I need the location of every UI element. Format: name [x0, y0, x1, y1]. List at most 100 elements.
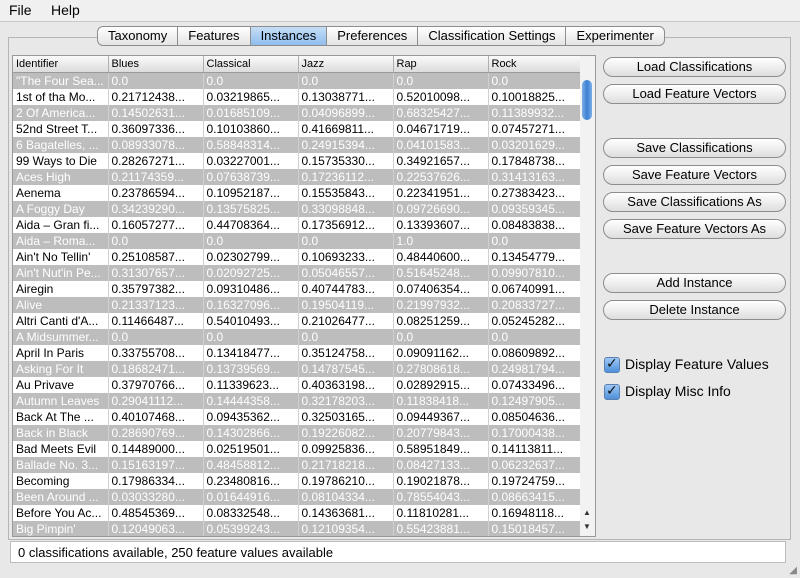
cell-identifier[interactable]: Altri Canti d'A...: [13, 313, 109, 329]
cell-rap[interactable]: 0.0: [393, 72, 489, 89]
cell-rock[interactable]: 0.08663415...: [488, 489, 581, 505]
cell-classical[interactable]: 0.14302866...: [203, 425, 299, 441]
cell-classical[interactable]: 0.10103860...: [203, 121, 299, 137]
cell-rock[interactable]: 0.06740991...: [488, 281, 581, 297]
cell-identifier[interactable]: Ain't No Tellin': [13, 249, 109, 265]
column-header-jazz[interactable]: Jazz: [298, 56, 394, 73]
cell-rock[interactable]: 0.19724759...: [488, 473, 581, 489]
column-header-blues[interactable]: Blues: [108, 56, 204, 73]
cell-classical[interactable]: 0.23480816...: [203, 473, 299, 489]
table-row[interactable]: 52nd Street T... 0.36097336... 0.10103860.…: [13, 121, 581, 137]
cell-identifier[interactable]: A Foggy Day: [13, 201, 109, 217]
cell-rap[interactable]: 0.04101583...: [393, 137, 489, 153]
cell-rap[interactable]: 0.52010098...: [393, 89, 489, 105]
table-row[interactable]: 1st of tha Mo... 0.21712438... 0.03219865.…: [13, 89, 581, 105]
cell-rock[interactable]: 0.10018825...: [488, 89, 581, 105]
cell-rock[interactable]: 0.08609892...: [488, 345, 581, 361]
cell-blues[interactable]: 0.03033280...: [108, 489, 204, 505]
cell-classical[interactable]: 0.08332548...: [203, 505, 299, 521]
cell-classical[interactable]: 0.02519501...: [203, 441, 299, 457]
tab-preferences[interactable]: Preferences: [327, 26, 419, 46]
cell-rock[interactable]: 0.31413163...: [488, 169, 581, 185]
cell-jazz[interactable]: 0.32178203...: [298, 393, 394, 409]
cell-blues[interactable]: 0.0: [108, 233, 204, 249]
table-row[interactable]: 2 Of America... 0.14502631... 0.01685109..…: [13, 105, 581, 121]
cell-classical[interactable]: 0.14444358...: [203, 393, 299, 409]
cell-identifier[interactable]: Asking For It: [13, 361, 109, 377]
table-row[interactable]: April In Paris 0.33755708... 0.13418477...…: [13, 345, 581, 361]
table-row[interactable]: Aida – Roma... 0.0 0.0 0.0 1.0 0.0: [13, 233, 581, 249]
cell-classical[interactable]: 0.13575825...: [203, 201, 299, 217]
cell-jazz[interactable]: 0.08104334...: [298, 489, 394, 505]
cell-identifier[interactable]: April In Paris: [13, 345, 109, 361]
cell-classical[interactable]: 0.09310486...: [203, 281, 299, 297]
cell-jazz[interactable]: 0.17356912...: [298, 217, 394, 233]
cell-identifier[interactable]: Ballade No. 3...: [13, 457, 109, 473]
cell-rap[interactable]: 0.04671719...: [393, 121, 489, 137]
cell-jazz[interactable]: 0.15535843...: [298, 185, 394, 201]
save-classifications-button[interactable]: Save Classifications: [603, 138, 786, 158]
table-row[interactable]: Back in Black 0.28690769... 0.14302866... 0…: [13, 425, 581, 441]
cell-blues[interactable]: 0.17986334...: [108, 473, 204, 489]
cell-classical[interactable]: 0.01644916...: [203, 489, 299, 505]
cell-identifier[interactable]: Back in Black: [13, 425, 109, 441]
tab-classification-settings[interactable]: Classification Settings: [418, 26, 567, 46]
cell-jazz[interactable]: 0.14363681...: [298, 505, 394, 521]
menu-help[interactable]: Help: [51, 2, 80, 18]
cell-identifier[interactable]: Before You Ac...: [13, 505, 109, 521]
tab-taxonomy[interactable]: Taxonomy: [97, 26, 179, 46]
cell-blues[interactable]: 0.21174359...: [108, 169, 204, 185]
cell-jazz[interactable]: 0.13038771...: [298, 89, 394, 105]
cell-classical[interactable]: 0.10952187...: [203, 185, 299, 201]
cell-rap[interactable]: 0.19021878...: [393, 473, 489, 489]
cell-rock[interactable]: 0.17000438...: [488, 425, 581, 441]
cell-rap[interactable]: 0.21997932...: [393, 297, 489, 313]
cell-jazz[interactable]: 0.19504119...: [298, 297, 394, 313]
cell-blues[interactable]: 0.35797382...: [108, 281, 204, 297]
table-row[interactable]: Back At The ... 0.40107468... 0.09435362..…: [13, 409, 581, 425]
table-row[interactable]: A Midsummer... 0.0 0.0 0.0 0.0 0.0: [13, 329, 581, 345]
table-row[interactable]: Before You Ac... 0.48545369... 0.08332548.…: [13, 505, 581, 521]
cell-jazz[interactable]: 0.15735330...: [298, 153, 394, 169]
cell-jazz[interactable]: 0.21026477...: [298, 313, 394, 329]
cell-identifier[interactable]: 2 Of America...: [13, 105, 109, 121]
cell-rap[interactable]: 0.20779843...: [393, 425, 489, 441]
cell-classical[interactable]: 0.02302799...: [203, 249, 299, 265]
cell-rock[interactable]: 0.0: [488, 329, 581, 345]
cell-blues[interactable]: 0.16057277...: [108, 217, 204, 233]
cell-rock[interactable]: 0.08483838...: [488, 217, 581, 233]
cell-blues[interactable]: 0.40107468...: [108, 409, 204, 425]
cell-jazz[interactable]: 0.32503165...: [298, 409, 394, 425]
cell-rap[interactable]: 0.34921657...: [393, 153, 489, 169]
cell-jazz[interactable]: 0.19786210...: [298, 473, 394, 489]
table-row[interactable]: Ain't No Tellin' 0.25108587... 0.02302799.…: [13, 249, 581, 265]
cell-blues[interactable]: 0.36097336...: [108, 121, 204, 137]
table-row[interactable]: Bad Meets Evil 0.14489000... 0.02519501...…: [13, 441, 581, 457]
cell-rock[interactable]: 0.11389932...: [488, 105, 581, 121]
cell-rap[interactable]: 0.13393607...: [393, 217, 489, 233]
cell-rock[interactable]: 0.0: [488, 72, 581, 89]
cell-rock[interactable]: 0.09359345...: [488, 201, 581, 217]
cell-rap[interactable]: 0.09449367...: [393, 409, 489, 425]
cell-rap[interactable]: 0.51645248...: [393, 265, 489, 281]
cell-classical[interactable]: 0.54010493...: [203, 313, 299, 329]
load-classifications-button[interactable]: Load Classifications: [603, 57, 786, 77]
cell-classical[interactable]: 0.13418477...: [203, 345, 299, 361]
cell-blues[interactable]: 0.15163197...: [108, 457, 204, 473]
cell-rap[interactable]: 0.09726690...: [393, 201, 489, 217]
cell-blues[interactable]: 0.12049063...: [108, 521, 204, 536]
cell-jazz[interactable]: 0.0: [298, 72, 394, 89]
cell-identifier[interactable]: Bad Meets Evil: [13, 441, 109, 457]
cell-identifier[interactable]: Big Pimpin': [13, 521, 109, 536]
cell-identifier[interactable]: Aces High: [13, 169, 109, 185]
table-row[interactable]: Asking For It 0.18682471... 0.13739569... 0…: [13, 361, 581, 377]
cell-classical[interactable]: 0.0: [203, 72, 299, 89]
cell-classical[interactable]: 0.0: [203, 233, 299, 249]
table-row[interactable]: 99 Ways to Die 0.28267271... 0.03227001...…: [13, 153, 581, 169]
cell-identifier[interactable]: 52nd Street T...: [13, 121, 109, 137]
checkbox-checked-icon[interactable]: ✓: [604, 382, 620, 401]
cell-jazz[interactable]: 0.41669811...: [298, 121, 394, 137]
cell-identifier[interactable]: Becoming: [13, 473, 109, 489]
cell-rap[interactable]: 0.48440600...: [393, 249, 489, 265]
table-row[interactable]: Au Privave 0.37970766... 0.11339623... 0.40…: [13, 377, 581, 393]
